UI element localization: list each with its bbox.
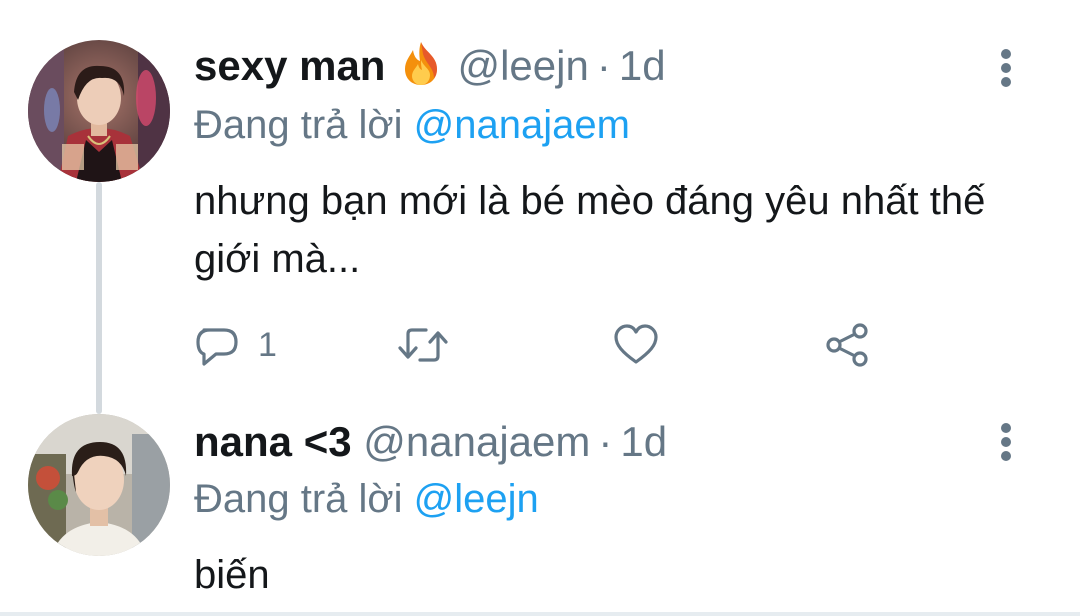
- tweet[interactable]: nana <3 @nanajaem · 1d Đang trả lời @leejn…: [0, 410, 1080, 616]
- share-icon: [826, 323, 868, 367]
- more-options-icon[interactable]: [992, 44, 1020, 92]
- tweet-actions: 1: [194, 320, 914, 370]
- retweet-button[interactable]: [396, 320, 450, 370]
- timestamp[interactable]: 1d: [619, 42, 666, 89]
- display-name[interactable]: sexy man: [194, 42, 385, 89]
- replying-to-mention[interactable]: @leejn: [414, 477, 539, 521]
- timestamp[interactable]: 1d: [620, 418, 667, 465]
- tweet-text: nhưng bạn mới là bé mèo đáng yêu nhất th…: [194, 179, 986, 281]
- reply-count: 1: [258, 325, 277, 364]
- user-handle[interactable]: @nanajaem: [363, 418, 590, 465]
- avatar[interactable]: [28, 414, 170, 556]
- heart-icon: [614, 324, 658, 364]
- replying-to: Đang trả lời @leejn: [194, 474, 539, 524]
- tweet-text: biến: [194, 553, 270, 597]
- like-button[interactable]: [612, 320, 660, 370]
- display-name[interactable]: nana <3: [194, 418, 352, 465]
- reply-button[interactable]: 1: [194, 320, 277, 370]
- share-button[interactable]: [824, 320, 870, 370]
- tweet-thread: sexy man @leejn · 1d Đang trả lời @nanajae…: [0, 0, 1080, 616]
- separator-dot: ·: [598, 418, 613, 465]
- tweet-header: sexy man @leejn · 1d: [194, 40, 666, 92]
- replying-to-label: Đang trả lời: [194, 477, 403, 521]
- replying-to: Đang trả lời @nanajaem: [194, 100, 630, 150]
- user-handle[interactable]: @leejn: [457, 42, 588, 89]
- retweet-icon: [398, 328, 448, 362]
- fire-icon: [399, 40, 443, 86]
- tweet[interactable]: sexy man @leejn · 1d Đang trả lời @nanajae…: [0, 0, 1080, 410]
- tweet-header: nana <3 @nanajaem · 1d: [194, 416, 667, 468]
- more-options-icon[interactable]: [992, 418, 1020, 466]
- divider: [0, 612, 1080, 616]
- avatar[interactable]: [28, 40, 170, 182]
- replying-to-label: Đang trả lời: [194, 103, 403, 147]
- reply-icon: [196, 328, 238, 366]
- separator-dot: ·: [596, 42, 611, 89]
- replying-to-mention[interactable]: @nanajaem: [414, 103, 630, 147]
